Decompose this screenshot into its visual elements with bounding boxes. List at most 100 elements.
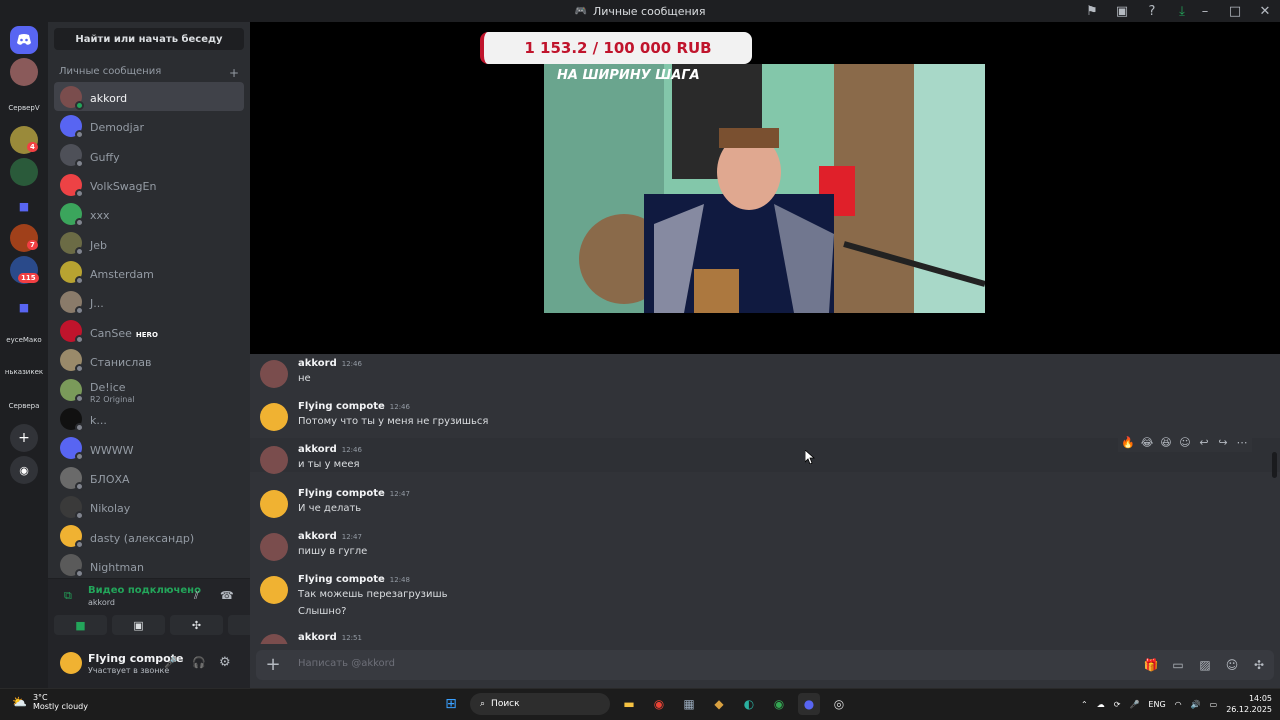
reaction-grin-icon[interactable]: 😆	[1158, 434, 1174, 450]
dm-item[interactable]: WWWW	[54, 434, 244, 463]
chrome-alt-icon[interactable]: ◉	[768, 693, 790, 715]
discord-taskbar-icon[interactable]: ●	[798, 693, 820, 715]
voice-status[interactable]: Видео подключено	[88, 585, 201, 596]
author-name[interactable]: Flying compote	[298, 401, 385, 412]
explore-icon[interactable]: ◉	[10, 456, 38, 484]
dm-item[interactable]: xxx	[54, 199, 244, 228]
reply-icon[interactable]: ↩	[1196, 434, 1212, 450]
scrollbar-thumb[interactable]	[1272, 452, 1277, 478]
steam-icon[interactable]: ◎	[828, 693, 850, 715]
find-conversation-button[interactable]: Найти или начать беседу	[54, 28, 244, 50]
avatar[interactable]	[260, 403, 288, 431]
dm-item[interactable]: Demodjar	[54, 111, 244, 140]
message-input[interactable]: Написать @akkord	[298, 658, 395, 669]
server-label[interactable]: СерверV	[0, 104, 48, 112]
avatar[interactable]	[260, 490, 288, 518]
start-menu-icon[interactable]: ⊞	[440, 693, 462, 715]
clock[interactable]: 14:05 26.12.2025	[1226, 693, 1272, 715]
dm-item[interactable]: БЛОХА	[54, 463, 244, 492]
dm-item[interactable]: VolkSwagEn	[54, 170, 244, 199]
message[interactable]: akkord 12:51	[250, 626, 1280, 644]
sticker-icon[interactable]: ▨	[1196, 656, 1214, 674]
gift-icon[interactable]: 🎁	[1142, 656, 1160, 674]
message[interactable]: Flying compote 12:46 Потому что ты у меня …	[250, 395, 1280, 431]
mic-tray-icon[interactable]: 🎤	[1129, 700, 1139, 709]
avatar[interactable]	[260, 576, 288, 604]
message[interactable]: akkord 12:46 не	[250, 354, 1280, 388]
dm-item[interactable]: Станислав	[54, 346, 244, 375]
message-author[interactable]: Flying compote 12:48	[298, 574, 410, 585]
microphone-icon[interactable]: 🎤	[164, 656, 178, 669]
dm-item[interactable]: Amsterdam	[54, 258, 244, 287]
noise-suppression-icon[interactable]: ⫽	[194, 589, 199, 603]
chrome-icon[interactable]: ◉	[648, 693, 670, 715]
sync-icon[interactable]: ⟳	[1114, 700, 1121, 709]
folder-icon[interactable]: ■	[10, 293, 38, 321]
author-name[interactable]: akkord	[298, 358, 337, 369]
server-icon-3[interactable]	[10, 158, 38, 186]
author-name[interactable]: Flying compote	[298, 574, 385, 585]
dm-item[interactable]: Nightman	[54, 551, 244, 580]
screen-share-button[interactable]: ▣	[112, 615, 165, 635]
dm-item[interactable]: CanSee HERO	[54, 316, 244, 345]
server-icon-1[interactable]	[10, 58, 38, 86]
dm-item[interactable]: Nikolay	[54, 492, 244, 521]
minimize-button[interactable]: –	[1190, 4, 1220, 19]
avatar[interactable]	[260, 634, 288, 644]
tray-chevron-icon[interactable]: ⌃	[1081, 700, 1088, 709]
attach-plus-icon[interactable]: +	[264, 656, 282, 674]
avatar[interactable]	[260, 446, 288, 474]
server-label[interactable]: ньказикек	[0, 368, 48, 376]
taskbar-search[interactable]: ⌕ Поиск	[470, 693, 610, 715]
app-icon[interactable]: ◆	[708, 693, 730, 715]
camera-button[interactable]: ■	[54, 615, 107, 635]
author-name[interactable]: akkord	[298, 632, 337, 643]
server-label[interactable]: Сервера	[0, 402, 48, 410]
more-options-icon[interactable]: ⋯	[1234, 434, 1250, 450]
message[interactable]: akkord 12:47 пишу в гугле	[250, 525, 1280, 561]
message[interactable]: Flying compote 12:48 Так можешь перезагруз…	[250, 568, 1280, 618]
avatar[interactable]	[260, 533, 288, 561]
folder-icon[interactable]: ■	[10, 192, 38, 220]
user-avatar[interactable]	[60, 652, 82, 674]
calculator-icon[interactable]: ▦	[678, 693, 700, 715]
apps-icon[interactable]: ✣	[1250, 656, 1268, 674]
dm-item[interactable]: k...	[54, 404, 244, 433]
dm-item[interactable]: De!ice R2 Original	[54, 375, 244, 404]
reaction-laugh-icon[interactable]: 😂	[1139, 434, 1155, 450]
volume-icon[interactable]: 🔊	[1191, 700, 1201, 709]
gif-icon[interactable]: ▭	[1169, 656, 1187, 674]
battery-icon[interactable]: ▭	[1210, 700, 1218, 709]
author-name[interactable]: akkord	[298, 444, 337, 455]
settings-gear-icon[interactable]: ⚙	[219, 655, 231, 670]
close-button[interactable]: ✕	[1250, 4, 1280, 19]
dm-item[interactable]: dasty (александр)	[54, 521, 244, 550]
author-name[interactable]: akkord	[298, 531, 337, 542]
help-icon[interactable]: ?	[1144, 3, 1160, 19]
video-frame[interactable]	[544, 64, 985, 313]
message-author[interactable]: akkord 12:46	[298, 358, 362, 369]
dm-item[interactable]: J...	[54, 287, 244, 316]
onedrive-icon[interactable]: ☁	[1097, 700, 1105, 709]
server-label[interactable]: еусеМако	[0, 336, 48, 344]
create-dm-button[interactable]: +	[229, 66, 239, 80]
stream-view[interactable]: 1 153.2 / 100 000 RUB НА ШИРИНУ ШАГА	[250, 22, 1280, 354]
wifi-icon[interactable]: ◠	[1175, 700, 1182, 709]
flag-icon[interactable]: ⚑	[1084, 3, 1100, 19]
message[interactable]: Flying compote 12:47 И че делать	[250, 482, 1280, 518]
language-indicator[interactable]: ENG	[1148, 700, 1165, 709]
activities-button[interactable]: ✣	[170, 615, 223, 635]
screen-share-icon[interactable]: ▣	[1114, 3, 1130, 19]
maximize-button[interactable]: □	[1220, 4, 1250, 19]
reaction-fire-icon[interactable]: 🔥	[1120, 434, 1136, 450]
message-author[interactable]: akkord 12:46	[298, 444, 362, 455]
message-author[interactable]: akkord 12:51	[298, 632, 362, 643]
file-explorer-icon[interactable]: ▬	[618, 693, 640, 715]
message-author[interactable]: akkord 12:47	[298, 531, 362, 542]
weather-widget[interactable]: ⛅ 3°C Mostly cloudy	[12, 693, 88, 711]
forward-icon[interactable]: ↪	[1215, 434, 1231, 450]
author-name[interactable]: Flying compote	[298, 488, 385, 499]
avatar[interactable]	[260, 360, 288, 388]
dm-item[interactable]: Jeb	[54, 228, 244, 257]
message-author[interactable]: Flying compote 12:47	[298, 488, 410, 499]
